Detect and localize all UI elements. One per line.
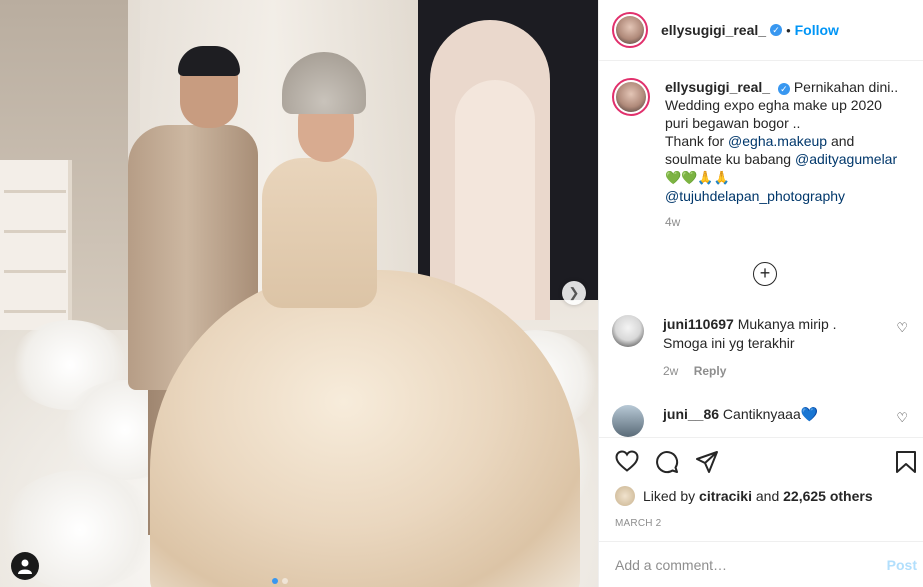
- verified-badge-icon: ✓: [777, 83, 790, 95]
- separator-dot: •: [786, 22, 791, 38]
- author-avatar[interactable]: [612, 12, 648, 48]
- comment-item: juni__86 Cantiknyaaa💙 ♡: [612, 405, 912, 437]
- likes-prefix: Liked by: [643, 488, 696, 504]
- plus-circle-icon: +: [759, 263, 771, 283]
- commenter-username[interactable]: juni__86: [663, 406, 719, 422]
- comment-input[interactable]: [615, 557, 865, 573]
- comment-like-heart-icon[interactable]: ♡: [896, 410, 908, 426]
- share-icon[interactable]: [695, 450, 719, 474]
- post-header: ellysugigi_real_ ✓ • Follow: [599, 0, 923, 61]
- comment-icon[interactable]: [655, 450, 679, 474]
- post-date: MARCH 2: [615, 518, 662, 529]
- user-tag-icon: [18, 559, 32, 574]
- post-photo[interactable]: ❯: [0, 0, 598, 587]
- chevron-right-icon: ❯: [568, 285, 580, 300]
- comment-like-heart-icon[interactable]: ♡: [896, 320, 908, 336]
- caption-username[interactable]: ellysugigi_real_: [665, 79, 770, 95]
- comment-item: juni110697 Mukanya mirip . Smoga ini yg …: [612, 315, 912, 381]
- mention-link[interactable]: @tujuhdelapan_photography: [665, 188, 845, 204]
- caption-line: Pernikahan dini..: [793, 79, 899, 95]
- mention-link[interactable]: @adityagumelar: [795, 151, 897, 167]
- comments-list[interactable]: ellysugigi_real_ ✓ Pernikahan dini.. Wed…: [599, 62, 923, 437]
- bookmark-icon[interactable]: [895, 450, 917, 474]
- load-more-comments-button[interactable]: +: [753, 262, 777, 286]
- background-arch-inner: [455, 80, 535, 320]
- reply-button[interactable]: Reply: [694, 364, 727, 378]
- post-comment-button[interactable]: Post: [887, 557, 917, 573]
- liker-username[interactable]: citraciki: [699, 488, 752, 504]
- caption-text: Thank for: [665, 133, 729, 149]
- comment-text: Mukanya mirip .: [737, 316, 837, 332]
- post-side-panel: ellysugigi_real_ ✓ • Follow ellysugigi_r…: [598, 0, 923, 587]
- caption-line: puri begawan bogor ..: [665, 115, 801, 131]
- comment-text: Cantiknyaaa: [722, 406, 801, 422]
- follow-button[interactable]: Follow: [795, 22, 839, 38]
- likes-count[interactable]: 22,625 others: [783, 488, 873, 504]
- author-username[interactable]: ellysugigi_real_: [661, 22, 766, 38]
- bride-figure: [262, 158, 377, 308]
- commenter-avatar[interactable]: [612, 315, 644, 347]
- comment-time: 2w: [663, 364, 679, 378]
- caption-line: Wedding expo egha make up 2020: [665, 97, 882, 113]
- likes-summary[interactable]: Liked by citraciki and 22,625 others: [599, 486, 923, 506]
- green-hearts-emoji: 💚💚: [665, 170, 698, 185]
- caption-time: 4w: [665, 215, 681, 229]
- likes-middle: and: [755, 488, 780, 504]
- tagged-users-button[interactable]: [11, 552, 39, 580]
- caption: ellysugigi_real_ ✓ Pernikahan dini.. Wed…: [599, 62, 923, 231]
- caption-avatar[interactable]: [612, 78, 650, 116]
- post-actions: Liked by citraciki and 22,625 others MAR…: [599, 437, 923, 587]
- blue-heart-emoji: 💙: [800, 406, 819, 422]
- add-comment-bar: Post: [599, 541, 923, 587]
- commenter-username[interactable]: juni110697: [663, 316, 734, 332]
- carousel-indicator: [270, 572, 290, 587]
- next-photo-button[interactable]: ❯: [562, 281, 586, 305]
- pray-emoji: 🙏🙏: [697, 170, 730, 185]
- verified-badge-icon: ✓: [770, 24, 783, 36]
- caption-text: soulmate ku babang: [665, 151, 795, 167]
- heart-icon[interactable]: [615, 450, 639, 472]
- mention-link[interactable]: @egha.makeup: [728, 133, 827, 149]
- comment-text: Smoga ini yg terakhir: [663, 335, 795, 351]
- caption-text: and: [827, 133, 855, 149]
- commenter-avatar[interactable]: [612, 405, 644, 437]
- liker-avatar: [615, 486, 635, 506]
- background-shelf: [0, 160, 72, 330]
